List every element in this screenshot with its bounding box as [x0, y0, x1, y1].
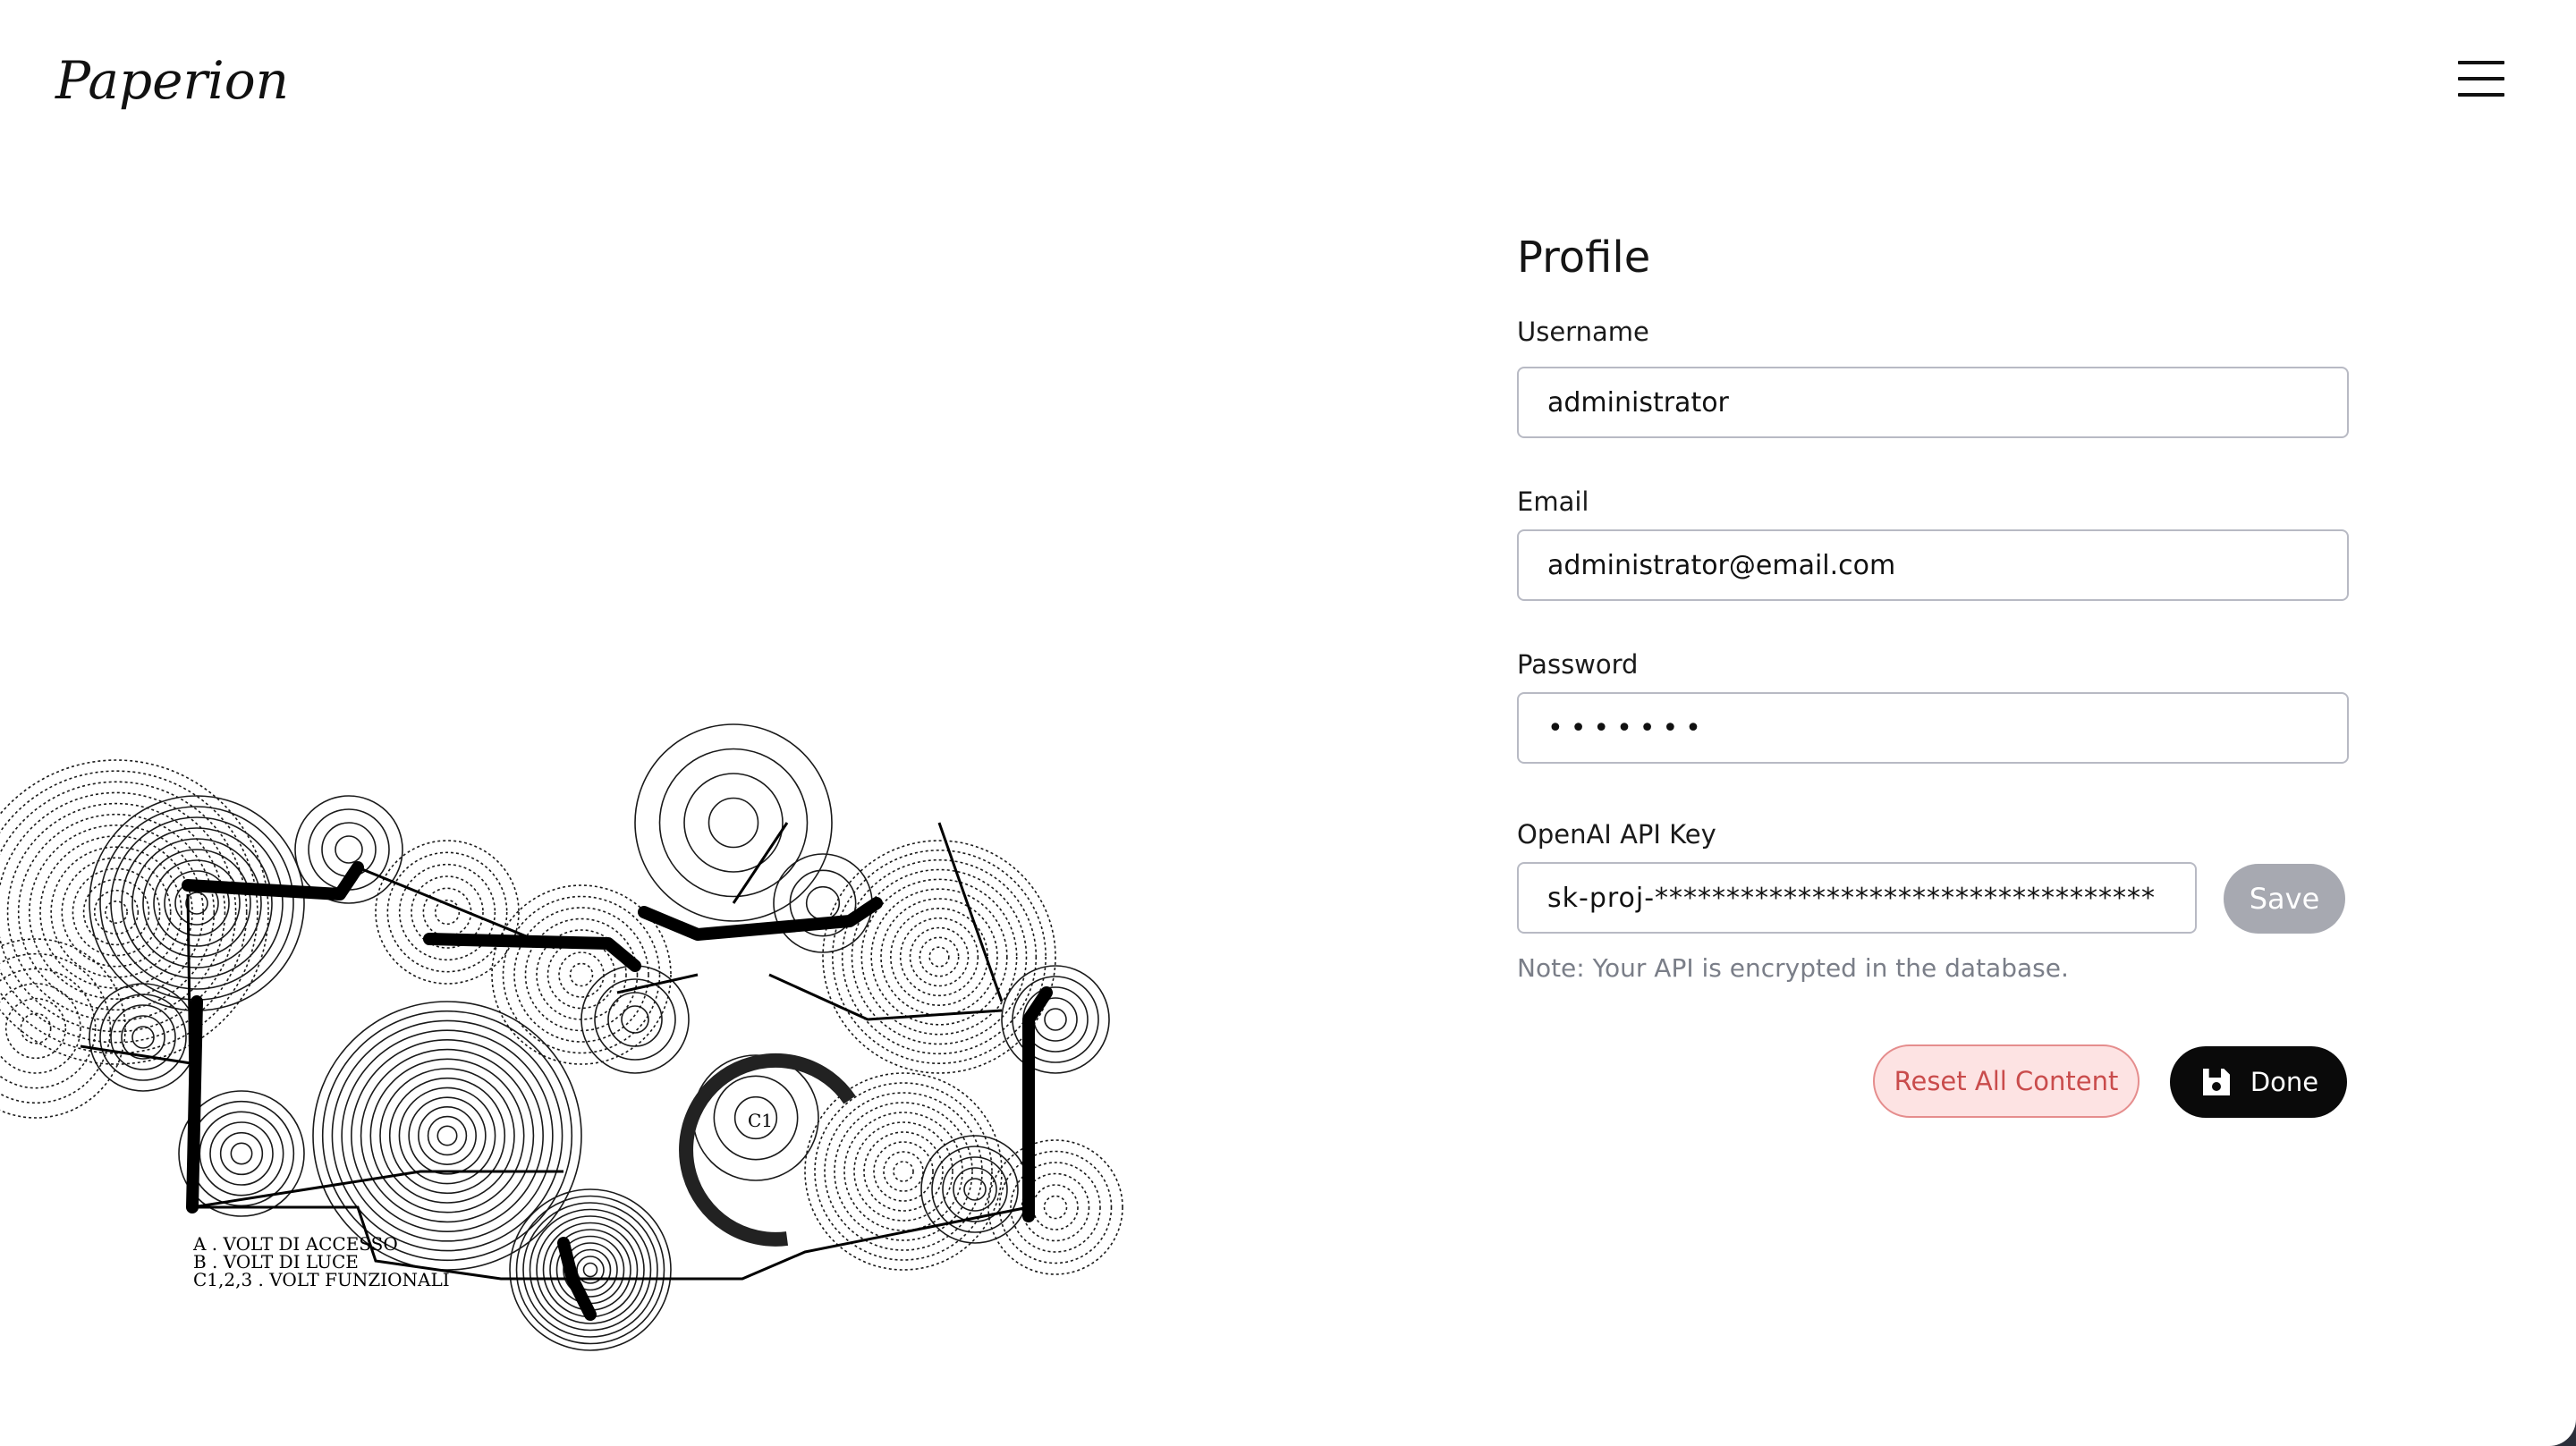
drawing-circle: [0, 983, 81, 1074]
username-label: Username: [1517, 317, 1649, 347]
drawing-circle: [509, 1188, 672, 1351]
drawing-circle: [880, 898, 998, 1016]
drawing-circle: [805, 885, 841, 921]
email-label: Email: [1517, 486, 1589, 517]
drawing-circle: [909, 926, 970, 987]
drawing-circle: [883, 1151, 924, 1192]
drawing-circle: [386, 851, 508, 973]
page-title: Profile: [1517, 233, 1651, 283]
drawing-circle: [569, 962, 594, 987]
drawing-circle: [822, 840, 1056, 1074]
drawing-circle: [341, 1029, 554, 1242]
drawing-circle: [843, 1112, 963, 1231]
drawing-circle: [418, 1106, 477, 1165]
hamburger-menu-icon[interactable]: [2458, 59, 2508, 102]
api-note: Note: Your API is encrypted in the datab…: [1517, 953, 2069, 983]
drawing-circle: [408, 1096, 487, 1175]
drawing-circle: [0, 952, 112, 1104]
drawing-circle: [321, 822, 377, 877]
drawing-circle: [110, 816, 284, 990]
drawing-circle: [99, 806, 294, 1001]
drawing-circle: [1043, 1195, 1068, 1220]
drawing-circle: [436, 1125, 458, 1146]
window-corner: [2549, 1419, 2576, 1446]
drawing-circle: [931, 1146, 1019, 1233]
drawing-circle: [369, 1058, 525, 1213]
drawing-circle: [1032, 1184, 1079, 1230]
drawing-circle: [824, 1092, 983, 1251]
drawing-circle: [987, 1139, 1123, 1275]
drawing-circle: [89, 983, 198, 1092]
drawing-circle: [658, 748, 809, 898]
drawing-circle: [607, 992, 663, 1047]
api-key-label: OpenAI API Key: [1517, 819, 1716, 850]
drawing-circle: [321, 1010, 573, 1262]
drawing-circle: [1044, 1008, 1067, 1031]
drawing-circle: [398, 1087, 496, 1185]
drawing-circle: [188, 1100, 295, 1207]
drawing-circle: [335, 835, 363, 864]
drawing-circle: [621, 1005, 649, 1034]
drawing-circle: [893, 1161, 914, 1182]
drawing-circle: [928, 946, 950, 968]
email-input[interactable]: [1517, 529, 2349, 601]
drawing-circle: [375, 840, 520, 985]
drawing-circle: [634, 723, 833, 922]
username-input[interactable]: [1517, 367, 2349, 438]
drawing-circle: [580, 965, 690, 1074]
drawing-circle: [131, 1026, 155, 1049]
drawing-circle: [1001, 965, 1110, 1074]
drawing-circle: [379, 1068, 515, 1204]
password-input[interactable]: [1517, 692, 2349, 764]
drawing-circle: [99, 994, 187, 1081]
drawing-circle: [0, 781, 248, 1044]
drawing-circle: [0, 770, 258, 1054]
drawing-circle: [199, 1111, 284, 1197]
done-label: Done: [2250, 1067, 2319, 1097]
drawing-circle: [899, 917, 979, 997]
drawing-circle: [427, 1115, 468, 1156]
drawing-circle: [773, 853, 873, 953]
drawing-label-c1: C1: [748, 1110, 773, 1131]
done-button[interactable]: Done: [2170, 1046, 2347, 1118]
architectural-drawing-illustration: A . VOLT DI ACCESSO B . VOLT DI LUCE C1,…: [0, 723, 1123, 1351]
drawing-circle: [683, 773, 784, 873]
drawing-circle: [209, 1121, 274, 1186]
floppy-disk-icon: [2202, 1069, 2230, 1095]
drawing-circle: [708, 797, 759, 849]
drawing-circle: [502, 895, 661, 1054]
drawing-circle: [219, 1131, 264, 1176]
drawing-circle: [942, 1156, 1008, 1222]
app-logo[interactable]: Paperion: [55, 50, 289, 111]
drawing-circle: [17, 813, 216, 1011]
drawing-circle: [515, 1195, 665, 1345]
drawing-circle: [360, 1048, 535, 1223]
drawing-circle: [919, 936, 960, 977]
drawing-circle: [963, 1178, 987, 1201]
drawing-circle: [582, 1262, 598, 1278]
drawing-circle: [39, 835, 193, 989]
drawing-circle: [331, 1019, 564, 1252]
drawing-circle: [312, 1001, 582, 1271]
api-key-input[interactable]: [1517, 862, 2197, 934]
drawing-circle: [920, 1135, 1030, 1244]
drawing-circle: [998, 1150, 1113, 1264]
drawing-circle: [388, 1077, 506, 1195]
drawing-circle: [558, 951, 605, 998]
drawing-circle: [131, 838, 262, 968]
drawing-circle: [853, 1121, 953, 1222]
drawing-circle: [834, 1102, 973, 1241]
drawing-circle: [863, 1131, 944, 1212]
drawing-circle: [121, 827, 273, 979]
drawing-circle: [230, 1142, 253, 1165]
save-button[interactable]: Save: [2224, 864, 2345, 934]
legend-line-3: C1,2,3 . VOLT FUNZIONALI: [193, 1269, 450, 1290]
reset-all-content-button[interactable]: Reset All Content: [1873, 1044, 2140, 1118]
password-label: Password: [1517, 649, 1639, 680]
drawing-circle: [153, 859, 241, 947]
